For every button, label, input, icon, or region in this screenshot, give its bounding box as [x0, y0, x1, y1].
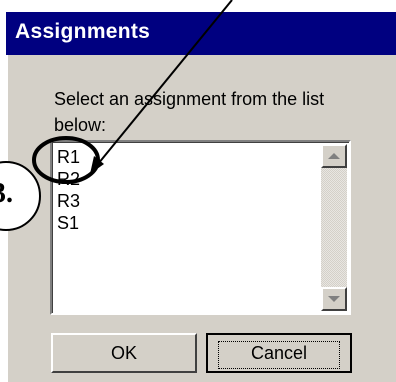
- step-label: 3.: [0, 178, 13, 209]
- assignment-listbox[interactable]: R1 R2 R3 S1: [50, 140, 351, 315]
- dialog-title: Assignments: [15, 20, 151, 43]
- assignment-list: R1 R2 R3 S1: [57, 146, 80, 234]
- cancel-button-label: Cancel: [250, 342, 308, 363]
- title-bar[interactable]: Assignments: [6, 12, 396, 55]
- vertical-scrollbar[interactable]: [321, 144, 347, 311]
- list-item-r1[interactable]: R1: [57, 146, 80, 168]
- scroll-down-button[interactable]: [321, 287, 347, 311]
- triangle-up-icon: [328, 153, 340, 159]
- scroll-up-button[interactable]: [321, 144, 347, 168]
- screenshot: Assignments Select an assignment from th…: [0, 0, 396, 382]
- list-item-r2[interactable]: R2: [57, 168, 80, 190]
- ok-button[interactable]: OK: [51, 333, 197, 373]
- triangle-down-icon: [328, 296, 340, 302]
- ok-button-label: OK: [110, 342, 137, 363]
- list-item-s1[interactable]: S1: [57, 212, 80, 234]
- list-item-r3[interactable]: R3: [57, 190, 80, 212]
- cancel-button[interactable]: Cancel: [206, 333, 352, 373]
- instruction-text: Select an assignment from the list below…: [54, 89, 325, 135]
